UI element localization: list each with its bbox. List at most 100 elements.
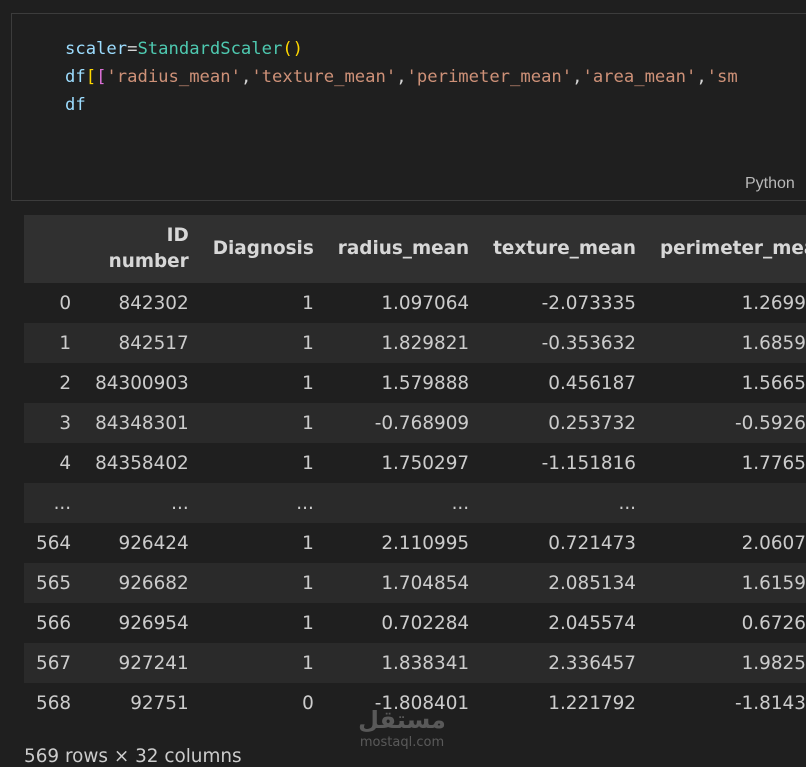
diagnosis-cell: 1 bbox=[200, 523, 326, 563]
radius-mean-cell: 1.829821 bbox=[325, 323, 482, 363]
perimeter-mean-cell: 2.060786 bbox=[648, 523, 806, 563]
table-row: 56692695410.7022842.0455740.672676 bbox=[24, 603, 806, 643]
table-row: 084230211.097064-2.0733351.269934 bbox=[24, 283, 806, 323]
perimeter-mean-cell: -0.592687 bbox=[648, 403, 806, 443]
code-token-string: 'perimeter_mean' bbox=[406, 67, 573, 87]
row-index-cell: 567 bbox=[24, 643, 84, 683]
radius-mean-cell: ... bbox=[325, 483, 482, 523]
diagnosis-cell: 0 bbox=[200, 683, 326, 723]
texture-mean-cell: 2.336457 bbox=[481, 643, 649, 683]
code-token-separator: , bbox=[240, 67, 252, 87]
code-token-string: 'texture_mean' bbox=[251, 67, 397, 87]
diagnosis-cell: 1 bbox=[200, 643, 326, 683]
perimeter-mean-cell: 1.685955 bbox=[648, 323, 806, 363]
code-token-paren: () bbox=[282, 39, 304, 59]
table-header-row: ID number Diagnosis radius_mean texture_m… bbox=[24, 215, 806, 283]
id-number-cell: 926424 bbox=[83, 523, 201, 563]
table-row: 56592668211.7048542.0851341.615931 bbox=[24, 563, 806, 603]
code-cell[interactable]: scaler=StandardScaler() df[['radius_mean'… bbox=[11, 13, 806, 201]
id-number-cell: 842517 bbox=[83, 323, 201, 363]
code-token-separator: , bbox=[396, 67, 407, 87]
code-token-operator: = bbox=[127, 39, 138, 59]
code-token-class: StandardScaler bbox=[137, 39, 283, 59]
radius-mean-cell: 0.702284 bbox=[325, 603, 482, 643]
perimeter-mean-cell: 1.776573 bbox=[648, 443, 806, 483]
diagnosis-cell: 1 bbox=[200, 363, 326, 403]
table-row: 568927510-1.8084011.221792-1.814389 bbox=[24, 683, 806, 723]
row-index-cell: 566 bbox=[24, 603, 84, 643]
table-row: 184251711.829821-0.3536321.685955 bbox=[24, 323, 806, 363]
table-row: 28430090311.5798880.4561871.566503 bbox=[24, 363, 806, 403]
texture-mean-cell: ... bbox=[481, 483, 649, 523]
watermark-domain-text: mostaql.com bbox=[360, 735, 444, 750]
texture-mean-cell: 0.456187 bbox=[481, 363, 649, 403]
row-index-cell: 564 bbox=[24, 523, 84, 563]
texture-mean-cell: 2.085134 bbox=[481, 563, 649, 603]
radius-mean-cell: 1.750297 bbox=[325, 443, 482, 483]
cell-output: ID number Diagnosis radius_mean texture_m… bbox=[24, 215, 806, 723]
id-number-cell: 927241 bbox=[83, 643, 201, 683]
radius-mean-cell: 1.704854 bbox=[325, 563, 482, 603]
id-number-cell: 842302 bbox=[83, 283, 201, 323]
texture-mean-cell: -1.151816 bbox=[481, 443, 649, 483]
code-token-separator: , bbox=[696, 67, 707, 87]
diagnosis-cell: 1 bbox=[200, 603, 326, 643]
radius-mean-cell: 1.838341 bbox=[325, 643, 482, 683]
perimeter-mean-cell: 0.672676 bbox=[648, 603, 806, 643]
header-index bbox=[24, 215, 84, 283]
radius-mean-cell: 1.579888 bbox=[325, 363, 482, 403]
code-token-variable: df bbox=[65, 67, 86, 87]
code-line-3: df bbox=[65, 91, 738, 119]
diagnosis-cell: 1 bbox=[200, 403, 326, 443]
id-number-cell: 92751 bbox=[83, 683, 201, 723]
row-index-cell: ... bbox=[24, 483, 84, 523]
row-index-cell: 565 bbox=[24, 563, 84, 603]
radius-mean-cell: 2.110995 bbox=[325, 523, 482, 563]
code-token-variable: scaler bbox=[65, 39, 128, 59]
id-number-cell: 926682 bbox=[83, 563, 201, 603]
header-id-line2: number bbox=[108, 251, 189, 272]
code-line-2: df[['radius_mean','texture_mean','perime… bbox=[65, 63, 738, 91]
row-index-cell: 568 bbox=[24, 683, 84, 723]
perimeter-mean-cell: 1.982524 bbox=[648, 643, 806, 683]
code-editor[interactable]: scaler=StandardScaler() df[['radius_mean'… bbox=[65, 35, 738, 119]
row-index-cell: 3 bbox=[24, 403, 84, 443]
row-index-cell: 4 bbox=[24, 443, 84, 483]
dataframe-table: ID number Diagnosis radius_mean texture_m… bbox=[24, 215, 806, 723]
texture-mean-cell: -2.073335 bbox=[481, 283, 649, 323]
perimeter-mean-cell: ... bbox=[648, 483, 806, 523]
table-body: 084230211.097064-2.0733351.2699341842517… bbox=[24, 283, 806, 723]
texture-mean-cell: 1.221792 bbox=[481, 683, 649, 723]
id-number-cell: 84348301 bbox=[83, 403, 201, 443]
id-number-cell: 926954 bbox=[83, 603, 201, 643]
header-radius-mean: radius_mean bbox=[325, 215, 482, 283]
code-token-string: 'radius_mean' bbox=[106, 67, 241, 87]
header-texture-mean: texture_mean bbox=[481, 215, 649, 283]
diagnosis-cell: 1 bbox=[200, 323, 326, 363]
perimeter-mean-cell: 1.615931 bbox=[648, 563, 806, 603]
diagnosis-cell: 1 bbox=[200, 443, 326, 483]
perimeter-mean-cell: -1.814389 bbox=[648, 683, 806, 723]
diagnosis-cell: ... bbox=[200, 483, 326, 523]
id-number-cell: 84358402 bbox=[83, 443, 201, 483]
header-perimeter-mean: perimeter_mean bbox=[648, 215, 806, 283]
code-token-separator: , bbox=[572, 67, 583, 87]
id-number-cell: ... bbox=[83, 483, 201, 523]
diagnosis-cell: 1 bbox=[200, 283, 326, 323]
row-index-cell: 1 bbox=[24, 323, 84, 363]
diagnosis-cell: 1 bbox=[200, 563, 326, 603]
code-token-bracket: [ bbox=[96, 67, 107, 87]
header-id-line1: ID bbox=[166, 225, 189, 246]
code-token-bracket: [ bbox=[85, 67, 97, 87]
id-number-cell: 84300903 bbox=[83, 363, 201, 403]
table-row: 56792724111.8383412.3364571.982524 bbox=[24, 643, 806, 683]
code-token-variable: df bbox=[65, 95, 86, 115]
code-line-1: scaler=StandardScaler() bbox=[65, 35, 738, 63]
radius-mean-cell: 1.097064 bbox=[325, 283, 482, 323]
radius-mean-cell: -0.768909 bbox=[325, 403, 482, 443]
cell-language-label[interactable]: Python bbox=[745, 175, 795, 193]
texture-mean-cell: 0.721473 bbox=[481, 523, 649, 563]
radius-mean-cell: -1.808401 bbox=[325, 683, 482, 723]
table-row: .................. bbox=[24, 483, 806, 523]
texture-mean-cell: 2.045574 bbox=[481, 603, 649, 643]
